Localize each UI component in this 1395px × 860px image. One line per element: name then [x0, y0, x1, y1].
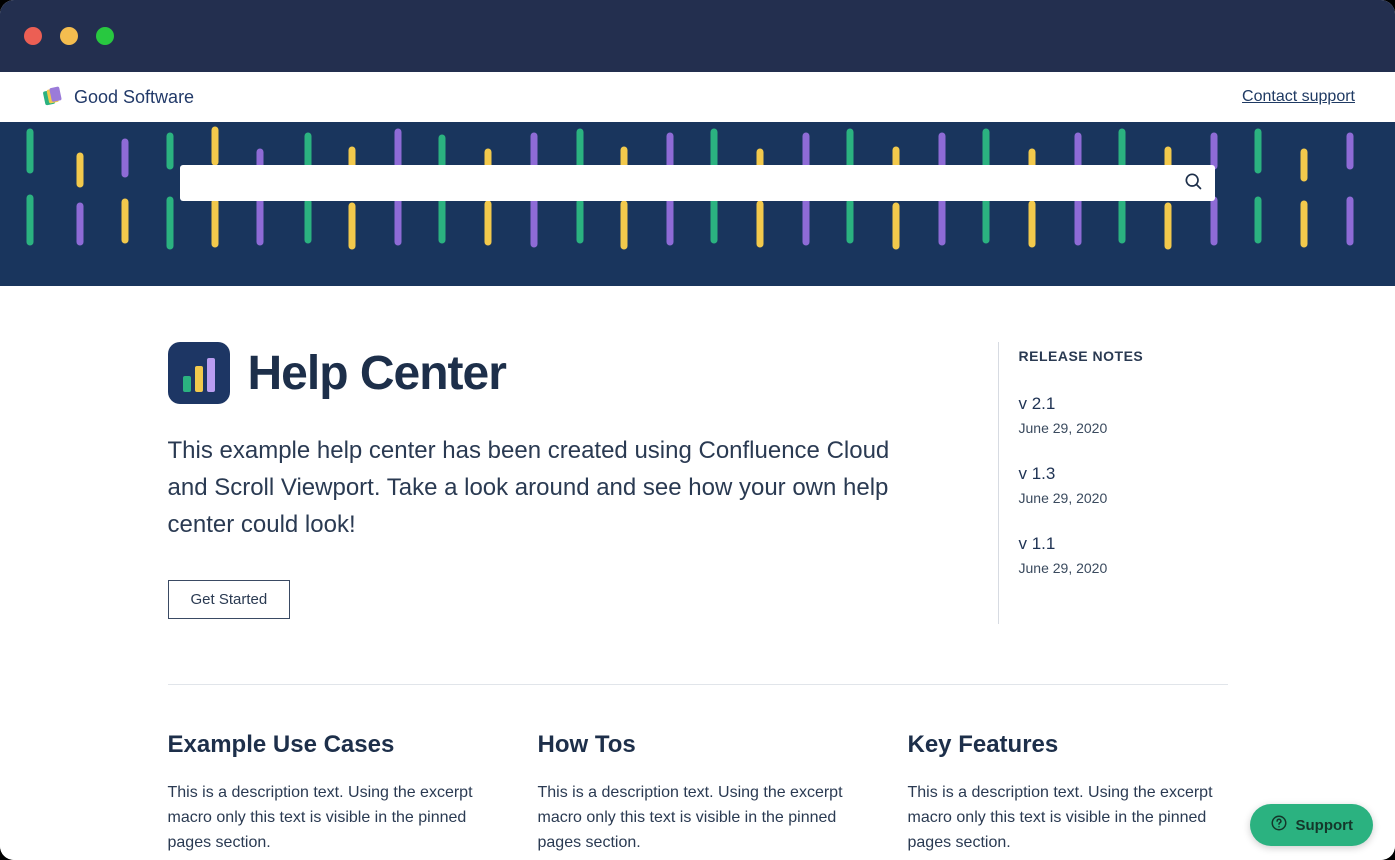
card-key-features[interactable]: Key Features This is a description text.… — [908, 731, 1228, 855]
release-version: v 1.3 — [1019, 464, 1228, 484]
card-description: This is a description text. Using the ex… — [538, 781, 858, 855]
support-widget-button[interactable]: Support — [1250, 804, 1374, 846]
card-title: Key Features — [908, 731, 1228, 759]
page-content: Good Software Contact support — [0, 72, 1395, 860]
card-example-use-cases[interactable]: Example Use Cases This is a description … — [168, 731, 488, 855]
hero-pattern — [0, 122, 1395, 286]
release-date: June 29, 2020 — [1019, 490, 1228, 506]
card-how-tos[interactable]: How Tos This is a description text. Usin… — [538, 731, 858, 855]
search-input[interactable] — [192, 175, 1183, 192]
release-date: June 29, 2020 — [1019, 560, 1228, 576]
window-zoom-button[interactable] — [96, 27, 114, 45]
page-title: Help Center — [248, 346, 506, 401]
support-widget-label: Support — [1296, 817, 1354, 834]
get-started-button[interactable]: Get Started — [168, 580, 291, 619]
release-notes-panel: RELEASE NOTES v 2.1 June 29, 2020 v 1.3 … — [998, 342, 1228, 624]
release-version: v 2.1 — [1019, 394, 1228, 414]
window-close-button[interactable] — [24, 27, 42, 45]
window-minimize-button[interactable] — [60, 27, 78, 45]
card-title: How Tos — [538, 731, 858, 759]
main-section: Help Center This example help center has… — [0, 286, 1395, 855]
release-date: June 29, 2020 — [1019, 420, 1228, 436]
help-icon — [1270, 814, 1288, 836]
help-center-intro: Help Center This example help center has… — [168, 342, 948, 624]
release-note-item[interactable]: v 1.1 June 29, 2020 — [1019, 534, 1228, 576]
section-divider — [168, 684, 1228, 685]
release-version: v 1.1 — [1019, 534, 1228, 554]
release-notes-heading: RELEASE NOTES — [1019, 348, 1228, 364]
hero-banner — [0, 122, 1395, 286]
top-nav: Good Software Contact support — [0, 72, 1395, 122]
help-center-icon — [168, 342, 230, 404]
release-note-item[interactable]: v 2.1 June 29, 2020 — [1019, 394, 1228, 436]
pinned-pages: Example Use Cases This is a description … — [168, 731, 1228, 855]
window-titlebar — [0, 0, 1395, 72]
page-description: This example help center has been create… — [168, 432, 908, 544]
contact-support-link[interactable]: Contact support — [1242, 88, 1355, 106]
card-title: Example Use Cases — [168, 731, 488, 759]
card-description: This is a description text. Using the ex… — [168, 781, 488, 855]
card-description: This is a description text. Using the ex… — [908, 781, 1228, 855]
brand[interactable]: Good Software — [40, 85, 194, 109]
brand-name: Good Software — [74, 87, 194, 108]
search-bar[interactable] — [180, 165, 1215, 201]
browser-window: Good Software Contact support — [0, 0, 1395, 860]
brand-logo-icon — [40, 85, 64, 109]
release-note-item[interactable]: v 1.3 June 29, 2020 — [1019, 464, 1228, 506]
search-icon[interactable] — [1183, 171, 1203, 196]
